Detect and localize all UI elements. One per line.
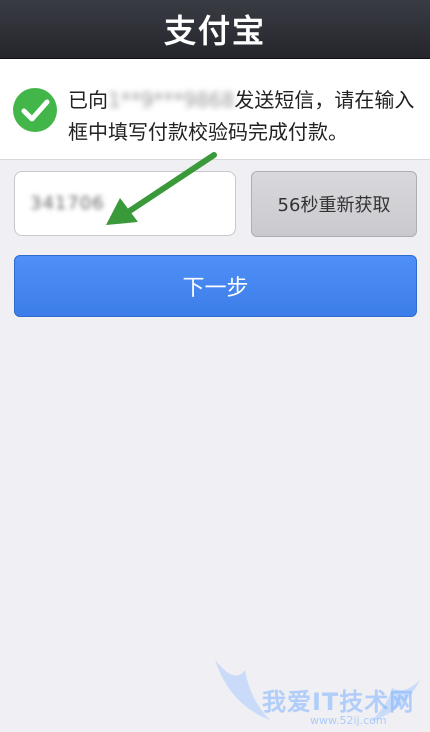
watermark-text: 我爱IT技术网 xyxy=(262,688,415,716)
watermark-url: www.52ij.com xyxy=(310,714,387,727)
annotation-arrow-icon xyxy=(106,152,217,225)
